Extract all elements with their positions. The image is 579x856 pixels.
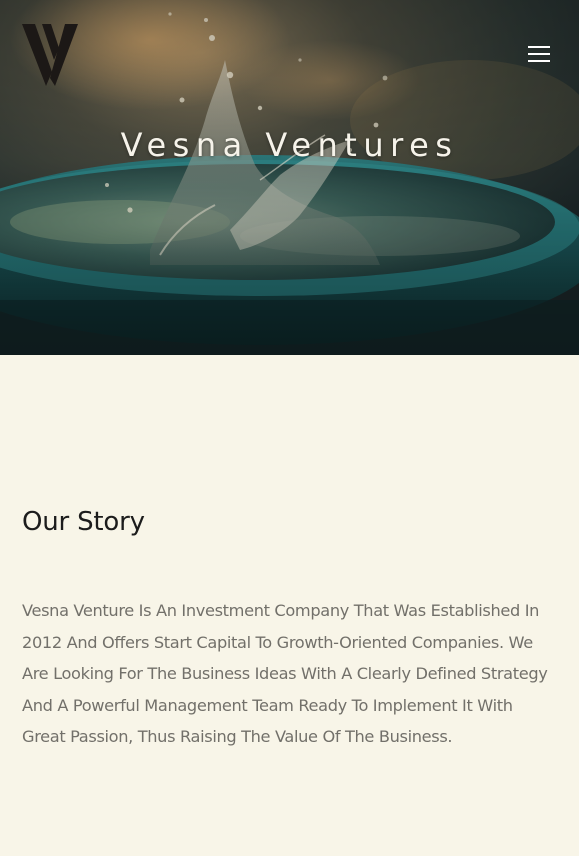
site-title: Vesna Ventures [120,126,459,164]
story-paragraph: Vesna Venture Is An Investment Company T… [22,601,548,747]
hamburger-menu-icon [528,46,550,62]
hero-photo [0,0,579,355]
logo-link[interactable] [22,24,78,86]
section-heading: Our Story [22,507,145,537]
page: Vesna Ventures Our Story Vesna Venture I… [0,0,579,856]
v-logo-icon [22,24,78,86]
menu-button[interactable] [522,40,556,70]
hero-banner: Vesna Ventures [0,0,579,355]
our-story-section: Our Story Vesna Venture Is An Investment… [0,355,579,856]
